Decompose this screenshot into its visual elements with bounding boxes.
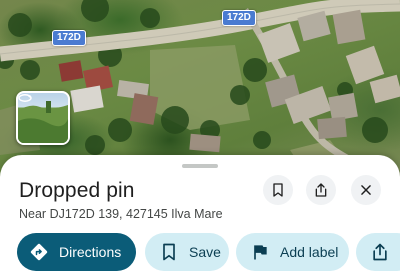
directions-icon: [30, 243, 48, 261]
directions-label: Directions: [59, 244, 122, 260]
street-view-thumbnail[interactable]: [16, 91, 70, 145]
share-button[interactable]: S: [356, 233, 400, 271]
flag-icon: [254, 245, 267, 260]
place-address: Near DJ172D 139, 427145 Ilva Mare: [19, 207, 223, 221]
add-label-label: Add label: [280, 244, 339, 260]
bookmark-icon: [163, 243, 175, 261]
save-icon-button[interactable]: [263, 175, 293, 205]
directions-button[interactable]: Directions: [17, 233, 136, 271]
close-icon: [361, 185, 371, 195]
save-button[interactable]: Save: [145, 233, 229, 271]
road-shield: 172D: [222, 10, 256, 26]
close-button[interactable]: [351, 175, 381, 205]
share-icon: [315, 183, 327, 197]
road-shield: 172D: [52, 30, 86, 46]
action-chips: Directions Save Add label S: [17, 233, 400, 273]
rotate-360-icon: [18, 94, 32, 102]
save-label: Save: [189, 244, 221, 260]
drag-handle[interactable]: [182, 164, 218, 168]
share-icon: [373, 243, 387, 261]
bookmark-icon: [273, 183, 283, 197]
place-title: Dropped pin: [19, 179, 135, 202]
share-icon-button[interactable]: [306, 175, 336, 205]
place-sheet[interactable]: Dropped pin Near DJ172D 139, 427145 Ilva…: [0, 155, 400, 280]
add-label-button[interactable]: Add label: [236, 233, 349, 271]
